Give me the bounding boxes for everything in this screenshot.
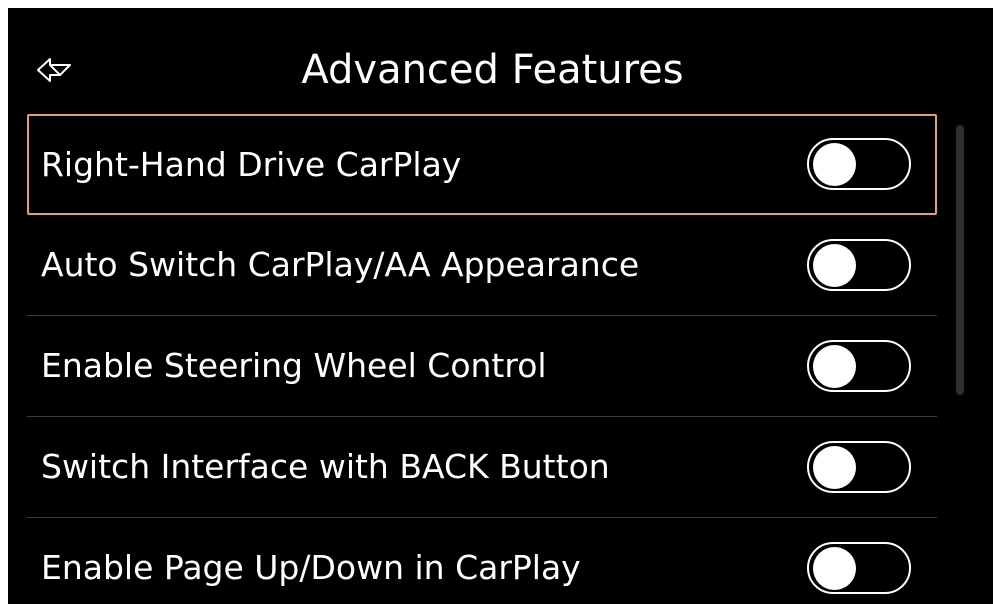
back-button-switch-toggle[interactable] <box>807 441 911 493</box>
page-title: Advanced Features <box>301 47 684 93</box>
toggle-knob <box>813 446 856 489</box>
setting-row-steering-wheel-control[interactable]: Enable Steering Wheel Control <box>27 316 937 417</box>
scrollbar[interactable] <box>956 125 964 395</box>
setting-label: Switch Interface with BACK Button <box>41 447 610 486</box>
steering-wheel-control-toggle[interactable] <box>807 340 911 392</box>
toggle-knob <box>813 345 856 388</box>
setting-row-page-up-down[interactable]: Enable Page Up/Down in CarPlay <box>27 518 937 604</box>
setting-label: Right-Hand Drive CarPlay <box>41 145 462 184</box>
page-up-down-toggle[interactable] <box>807 542 911 594</box>
setting-row-auto-switch-appearance[interactable]: Auto Switch CarPlay/AA Appearance <box>27 215 937 316</box>
setting-label: Auto Switch CarPlay/AA Appearance <box>41 245 640 284</box>
right-hand-drive-toggle[interactable] <box>807 138 911 190</box>
auto-switch-appearance-toggle[interactable] <box>807 239 911 291</box>
settings-list: Right-Hand Drive CarPlay Auto Switch Car… <box>27 114 937 604</box>
setting-label: Enable Page Up/Down in CarPlay <box>41 548 581 587</box>
header: Advanced Features <box>8 8 993 112</box>
toggle-knob <box>813 547 856 590</box>
setting-row-back-button-switch[interactable]: Switch Interface with BACK Button <box>27 417 937 518</box>
settings-screen: Advanced Features Right-Hand Drive CarPl… <box>8 8 993 604</box>
toggle-knob <box>813 143 856 186</box>
setting-label: Enable Steering Wheel Control <box>41 346 547 385</box>
setting-row-right-hand-drive[interactable]: Right-Hand Drive CarPlay <box>27 114 937 215</box>
toggle-knob <box>813 244 856 287</box>
